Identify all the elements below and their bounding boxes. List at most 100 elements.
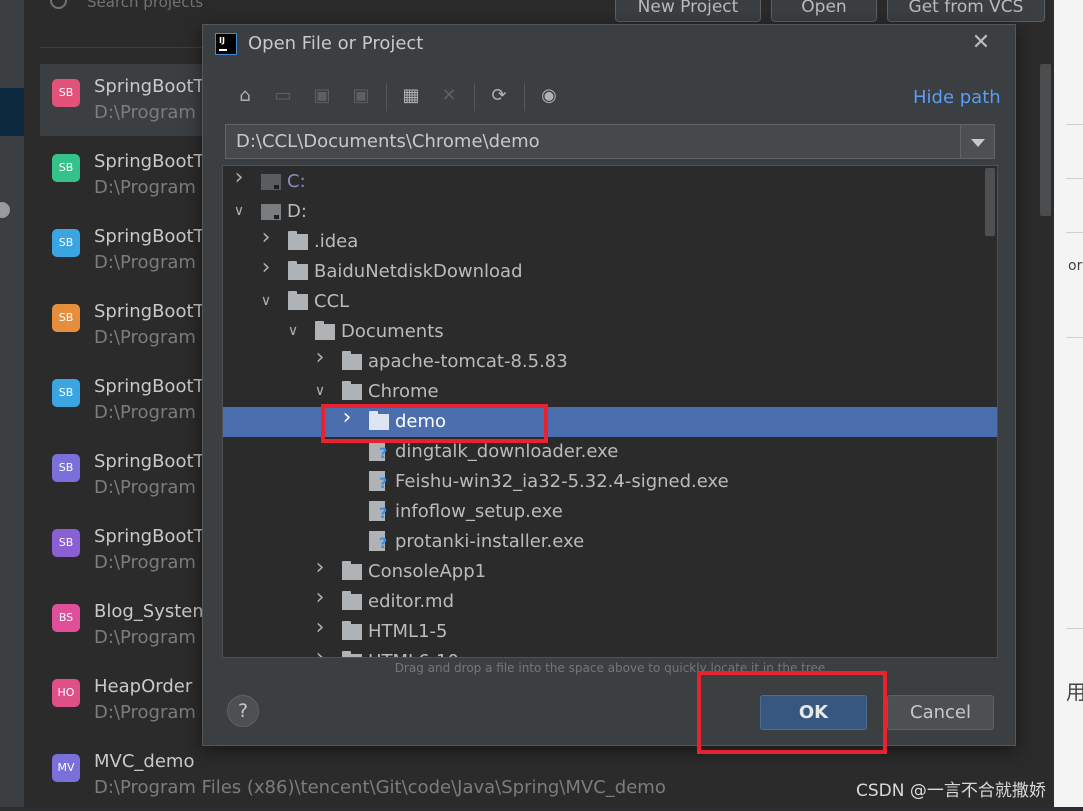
left-nav-selected-item[interactable]: [0, 88, 24, 136]
path-dropdown-button[interactable]: [960, 125, 994, 158]
tree-row[interactable]: › ConsoleApp1: [223, 557, 997, 587]
path-input[interactable]: [226, 125, 960, 158]
project-path: D:\Program F: [94, 477, 213, 498]
project-folder-icon[interactable]: ▣: [309, 83, 335, 109]
new-folder-icon[interactable]: ▦: [398, 83, 424, 109]
tree-row[interactable]: ∨ Chrome: [223, 377, 997, 407]
project-name: SpringBootTe: [94, 76, 213, 97]
unknown-file-icon: [369, 471, 387, 492]
tree-row-label: Chrome: [368, 381, 439, 402]
chevron-right-icon[interactable]: ›: [312, 347, 328, 369]
folder-icon: [315, 321, 335, 340]
tree-row[interactable]: › HTML6-10: [223, 647, 997, 658]
drive-icon: [261, 174, 281, 190]
project-badge-icon: SB: [52, 379, 80, 407]
drag-drop-hint: Drag and drop a file into the space abov…: [394, 661, 826, 675]
drive-icon: [261, 204, 281, 220]
chevron-right-icon[interactable]: ›: [312, 557, 328, 579]
close-icon[interactable]: ✕: [969, 31, 993, 55]
tree-row[interactable]: › HTML1-5: [223, 617, 997, 647]
tree-row[interactable]: dingtalk_downloader.exe: [223, 437, 997, 467]
chevron-down-icon[interactable]: ∨: [258, 292, 274, 310]
tree-row-label: demo: [395, 411, 447, 432]
new-project-button[interactable]: New Project: [615, 0, 761, 22]
tree-row[interactable]: protanki-installer.exe: [223, 527, 997, 557]
chevron-right-icon[interactable]: ›: [312, 587, 328, 609]
path-combobox[interactable]: [225, 124, 995, 159]
project-name: SpringBootTe: [94, 526, 213, 547]
project-name: SpringBootTe: [94, 451, 213, 472]
project-badge-icon: SB: [52, 79, 80, 107]
refresh-icon[interactable]: ⟳: [486, 83, 512, 109]
unknown-file-icon: [369, 531, 387, 552]
desktop-icon[interactable]: ▭: [270, 83, 296, 109]
chevron-right-icon[interactable]: ›: [258, 257, 274, 279]
help-button[interactable]: ?: [227, 695, 259, 727]
tree-row[interactable]: › demo: [223, 407, 997, 437]
tree-row[interactable]: › apache-tomcat-8.5.83: [223, 347, 997, 377]
tree-row-label: C:: [287, 171, 306, 192]
chevron-down-icon[interactable]: ∨: [285, 322, 301, 340]
tree-row[interactable]: › .idea: [223, 227, 997, 257]
chevron-down-icon[interactable]: ∨: [231, 202, 247, 220]
search-icon: [50, 0, 67, 9]
chevron-right-icon[interactable]: ›: [258, 227, 274, 249]
folder-icon: [288, 231, 308, 250]
edge-text: 用: [1066, 680, 1083, 704]
hide-path-link[interactable]: Hide path: [913, 87, 1001, 108]
get-from-vcs-button[interactable]: Get from VCS: [887, 0, 1045, 22]
tree-row[interactable]: › BaiduNetdiskDownload: [223, 257, 997, 287]
home-icon[interactable]: ⌂: [232, 83, 258, 109]
folder-icon: [342, 651, 362, 657]
project-path: D:\Program F: [94, 627, 213, 648]
project-search[interactable]: Search projects: [50, 0, 203, 18]
tree-row-label: CCL: [314, 291, 350, 312]
cancel-button[interactable]: Cancel: [887, 695, 994, 730]
open-file-dialog: IJ Open File or Project ✕ ⌂ ▭ ▣ ▣ ▦ ✕ ⟳ …: [202, 24, 1016, 746]
project-name: SpringBootTe: [94, 226, 213, 247]
tree-row-label: editor.md: [368, 591, 455, 612]
unknown-file-icon: [369, 501, 387, 522]
project-path: D:\Program F: [94, 702, 213, 723]
ok-button[interactable]: OK: [760, 695, 867, 730]
project-badge-icon: SB: [52, 154, 80, 182]
search-placeholder: Search projects: [87, 0, 204, 11]
tree-row[interactable]: ∨ CCL: [223, 287, 997, 317]
watermark: CSDN @一言不合就撒娇: [856, 781, 1046, 801]
chevron-right-icon[interactable]: ›: [231, 167, 247, 189]
tree-row-label: HTML6-10: [368, 651, 459, 657]
tree-row-label: protanki-installer.exe: [395, 531, 585, 552]
tree-row-label: infoflow_setup.exe: [395, 501, 563, 522]
project-name: SpringBootTe: [94, 301, 213, 322]
folder-icon: [342, 351, 362, 370]
tree-row[interactable]: infoflow_setup.exe: [223, 497, 997, 527]
project-name: Blog_System: [94, 601, 210, 622]
file-tree[interactable]: › C: ∨ D: › .idea › BaiduNetdiskDownload ∨ CCL ∨ Do…: [222, 165, 998, 658]
delete-icon[interactable]: ✕: [436, 83, 462, 109]
chevron-down-icon: [971, 139, 985, 147]
chevron-right-icon[interactable]: ›: [312, 617, 328, 639]
tree-row[interactable]: Feishu-win32_ia32-5.32.4-signed.exe: [223, 467, 997, 497]
tree-row[interactable]: › C:: [223, 167, 997, 197]
chevron-down-icon[interactable]: ∨: [312, 382, 328, 400]
project-path: D:\Program Files (x86)\tencent\Git\code\…: [94, 777, 666, 798]
project-badge-icon: HO: [52, 679, 80, 707]
module-folder-icon[interactable]: ▣: [348, 83, 374, 109]
show-hidden-icon[interactable]: ◉: [536, 83, 562, 109]
folder-icon: [288, 291, 308, 310]
left-nav-dot: [0, 202, 10, 218]
folder-icon: [342, 561, 362, 580]
project-path: D:\Program F: [94, 177, 213, 198]
tree-row[interactable]: ∨ D:: [223, 197, 997, 227]
open-button[interactable]: Open: [771, 0, 877, 22]
folder-icon: [342, 621, 362, 640]
tree-row-label: ConsoleApp1: [368, 561, 487, 582]
project-path: D:\Program F: [94, 402, 213, 423]
dialog-title: Open File or Project: [248, 33, 424, 54]
tree-row[interactable]: ∨ Documents: [223, 317, 997, 347]
projects-scrollbar[interactable]: [1040, 64, 1051, 216]
tree-row[interactable]: › editor.md: [223, 587, 997, 617]
chevron-right-icon[interactable]: ›: [339, 407, 355, 429]
project-badge-icon: SB: [52, 529, 80, 557]
chevron-right-icon[interactable]: ›: [312, 647, 328, 658]
